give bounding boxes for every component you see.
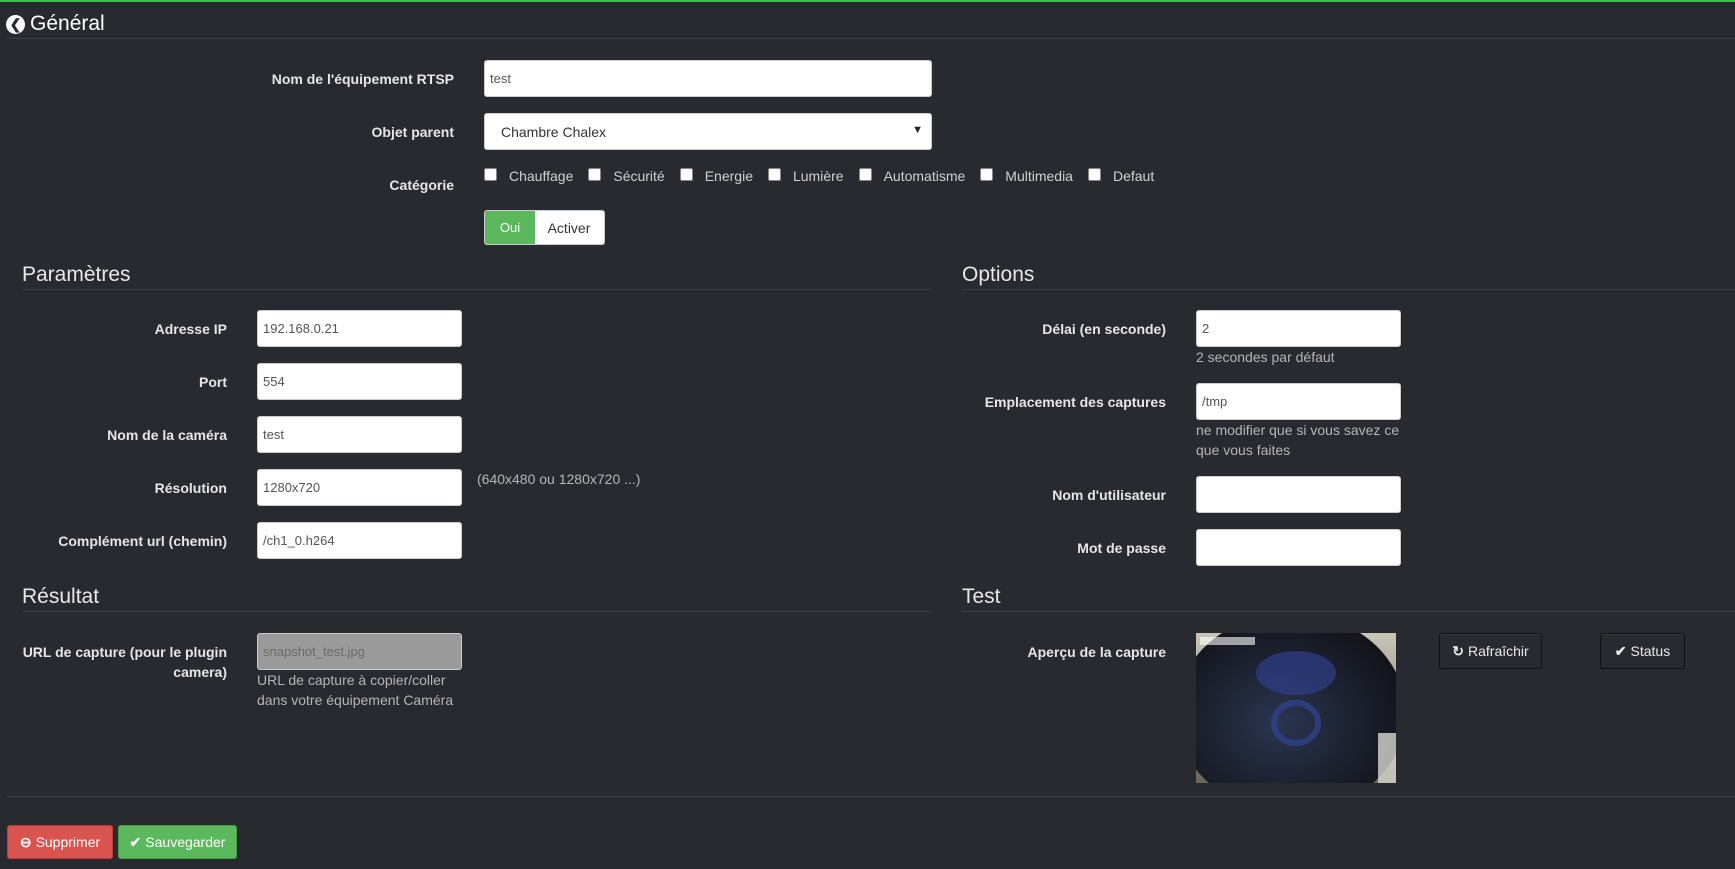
checkbox[interactable] bbox=[484, 167, 497, 181]
checkbox[interactable] bbox=[858, 167, 872, 181]
category-label: Catégorie bbox=[389, 177, 454, 193]
page-title: ❮ Général bbox=[6, 10, 105, 38]
username-label: Nom d'utilisateur bbox=[1052, 487, 1166, 503]
ip-label: Adresse IP bbox=[154, 321, 227, 337]
capture-url-help: URL de capture à copier/coller dans votr… bbox=[257, 672, 454, 708]
test-section-title: Test bbox=[962, 585, 1001, 608]
url-path-label: Complément url (chemin) bbox=[58, 533, 227, 549]
category-automatisme[interactable]: Automatisme bbox=[858, 167, 965, 184]
category-list: Chauffage Sécurité Energie Lumière Autom… bbox=[484, 167, 1154, 184]
delay-label: Délai (en seconde) bbox=[1042, 321, 1166, 337]
category-securite[interactable]: Sécurité bbox=[588, 167, 665, 184]
parent-object-label: Objet parent bbox=[371, 124, 454, 140]
parent-object-select[interactable]: Chambre Chalex ▼ bbox=[484, 113, 932, 150]
header-divider bbox=[6, 38, 1735, 39]
refresh-button[interactable]: ↻ Rafraîchir bbox=[1439, 633, 1542, 669]
port-input[interactable]: 554 bbox=[257, 363, 462, 400]
username-input[interactable] bbox=[1196, 476, 1401, 513]
params-section-title: Paramètres bbox=[22, 263, 131, 286]
category-chauffage[interactable]: Chauffage bbox=[484, 167, 573, 184]
equipment-name-input[interactable]: test bbox=[484, 60, 932, 97]
category-multimedia[interactable]: Multimedia bbox=[980, 167, 1073, 184]
capture-url-input[interactable]: snapshot_test.jpg bbox=[257, 633, 462, 670]
capture-preview-image bbox=[1196, 633, 1396, 783]
check-icon: ✔ bbox=[1614, 642, 1627, 659]
chevron-down-icon: ▼ bbox=[912, 124, 923, 136]
enable-toggle[interactable]: Oui Activer bbox=[484, 210, 605, 245]
delete-button[interactable]: ⊖ Supprimer bbox=[7, 825, 113, 859]
resolution-help: (640x480 ou 1280x720 ...) bbox=[477, 471, 641, 487]
checkbox[interactable] bbox=[980, 167, 994, 181]
delay-help: 2 secondes par défaut bbox=[1196, 349, 1335, 365]
category-energie[interactable]: Energie bbox=[679, 167, 753, 184]
camera-snapshot bbox=[1196, 633, 1396, 783]
checkbox[interactable] bbox=[588, 167, 602, 181]
options-divider bbox=[962, 289, 1735, 290]
camera-name-label: Nom de la caméra bbox=[107, 427, 227, 443]
minus-circle-icon: ⊖ bbox=[19, 833, 32, 850]
enable-toggle-on[interactable]: Oui bbox=[485, 211, 535, 244]
preview-label: Aperçu de la capture bbox=[1027, 644, 1167, 660]
password-input[interactable] bbox=[1196, 529, 1401, 566]
status-button[interactable]: ✔ Status bbox=[1600, 633, 1685, 669]
test-divider bbox=[962, 611, 1735, 612]
checkbox[interactable] bbox=[1087, 167, 1101, 181]
category-defaut[interactable]: Defaut bbox=[1087, 167, 1154, 184]
delay-input[interactable]: 2 bbox=[1196, 310, 1401, 347]
category-lumiere[interactable]: Lumière bbox=[767, 167, 844, 184]
footer-divider bbox=[6, 796, 1735, 797]
capture-location-help: ne modifier que si vous savez ce que vou… bbox=[1196, 422, 1400, 458]
url-path-input[interactable]: /ch1_0.h264 bbox=[257, 522, 462, 559]
capture-location-label: Emplacement des captures bbox=[984, 394, 1166, 410]
check-circle-icon: ✔ bbox=[129, 833, 142, 850]
options-section-title: Options bbox=[962, 263, 1035, 286]
parent-object-value: Chambre Chalex bbox=[501, 123, 607, 140]
resolution-label: Résolution bbox=[154, 480, 227, 496]
resolution-input[interactable]: 1280x720 bbox=[257, 469, 462, 506]
ip-input[interactable]: 192.168.0.21 bbox=[257, 310, 462, 347]
params-divider bbox=[22, 289, 932, 290]
camera-name-input[interactable]: test bbox=[257, 416, 462, 453]
equipment-name-label: Nom de l'équipement RTSP bbox=[271, 71, 454, 87]
back-arrow-icon[interactable]: ❮ bbox=[6, 14, 25, 34]
checkbox[interactable] bbox=[767, 167, 781, 181]
port-label: Port bbox=[199, 374, 227, 390]
refresh-icon: ↻ bbox=[1452, 642, 1465, 659]
result-divider bbox=[22, 611, 932, 612]
result-section-title: Résultat bbox=[22, 585, 100, 608]
password-label: Mot de passe bbox=[1077, 540, 1166, 556]
enable-toggle-label[interactable]: Activer bbox=[535, 211, 603, 244]
page-title-text: Général bbox=[30, 12, 105, 35]
capture-location-input[interactable]: /tmp bbox=[1196, 383, 1401, 420]
save-button[interactable]: ✔ Sauvegarder bbox=[118, 825, 237, 859]
capture-url-label: URL de capture (pour le plugin camera) bbox=[22, 644, 227, 680]
checkbox[interactable] bbox=[679, 167, 693, 181]
